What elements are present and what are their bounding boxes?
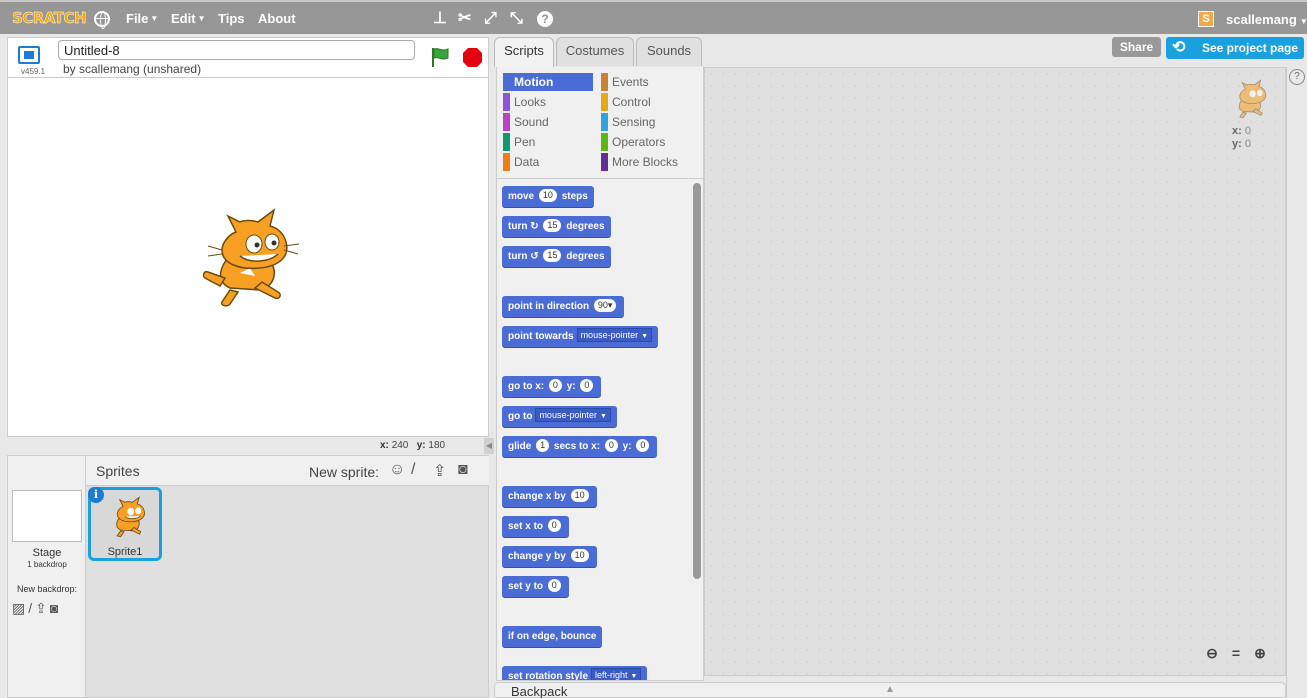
scratch-logo[interactable]: SCRATCH (8, 6, 90, 30)
zoom-in-icon[interactable]: ⊕ (1250, 643, 1270, 663)
category-more-blocks[interactable]: More Blocks (601, 153, 691, 171)
category-data[interactable]: Data (503, 153, 593, 171)
refresh-arrows-icon: ⟲ (1172, 39, 1186, 56)
backdrop-library-icon[interactable]: ▨ (12, 600, 28, 616)
palette-scrollbar[interactable] (693, 183, 701, 579)
camera-sprite-icon[interactable]: ◙ (458, 461, 468, 479)
block-turn-ccw[interactable]: turn ↺ 15 degrees (502, 246, 611, 268)
fullscreen-icon[interactable] (18, 46, 40, 64)
sprite-position-readout: x: 0 y: 0 (1232, 125, 1251, 150)
help-block-icon[interactable]: ? (537, 11, 553, 27)
sprite-library-icon[interactable]: ☺ (389, 461, 405, 479)
zoom-controls: ⊖ = ⊕ (1202, 643, 1276, 663)
block-move[interactable]: move 10 steps (502, 186, 594, 208)
green-flag-icon[interactable] (429, 46, 451, 68)
new-backdrop-label: New backdrop: (16, 584, 78, 594)
menu-tips[interactable]: Tips (218, 11, 245, 26)
stage-thumbnail[interactable] (12, 490, 82, 542)
new-sprite-label: New sprite: (309, 464, 380, 480)
help-question-icon[interactable]: ? (1289, 69, 1305, 85)
menu-about[interactable]: About (258, 11, 296, 26)
sprites-panel: Stage 1 backdrop New backdrop: ▨/⇪◙ Spri… (7, 455, 489, 698)
block-set-rotation-style[interactable]: set rotation style left-right ▼ (502, 666, 648, 680)
category-selector: Motion Events Looks Control Sound Sensing Pen O… (497, 67, 703, 179)
duplicate-stamp-icon[interactable]: ⊥ (433, 9, 447, 29)
cut-scissors-icon[interactable]: ✂ (458, 9, 471, 29)
shrink-icon[interactable]: ⤡ (510, 9, 523, 29)
category-pen[interactable]: Pen (503, 133, 593, 151)
paint-sprite-icon[interactable]: / (411, 461, 415, 479)
stage-canvas[interactable] (7, 77, 489, 437)
top-menu-bar: SCRATCH File ▼ Edit ▼ Tips About ⊥ ✂ ⤢ ⤡ ?… (0, 0, 1307, 34)
block-change-x[interactable]: change x by 10 (502, 486, 597, 508)
tab-sounds[interactable]: Sounds (636, 37, 702, 66)
tab-scripts[interactable]: Scripts (494, 37, 554, 67)
upload-sprite-icon[interactable]: ⇪ (433, 461, 446, 481)
block-set-x[interactable]: set x to 0 (502, 516, 569, 538)
backpack-bar[interactable]: Backpack ▲ (494, 682, 1286, 698)
rotate-ccw-icon: ↺ (530, 251, 539, 262)
stage-column: Stage 1 backdrop New backdrop: ▨/⇪◙ (8, 456, 86, 697)
upload-backdrop-icon[interactable]: ⇪ (35, 600, 50, 616)
grow-icon[interactable]: ⤢ (484, 9, 497, 29)
menu-edit[interactable]: Edit ▼ (171, 11, 205, 26)
project-byline: by scallemang (unshared) (63, 62, 202, 76)
sprite-tile-sprite1[interactable]: i Sprite1 (88, 487, 162, 561)
category-sensing[interactable]: Sensing (601, 113, 691, 131)
menu-file[interactable]: File ▼ (126, 11, 158, 26)
stage-label: Stage (32, 547, 62, 559)
block-point-in-direction[interactable]: point in direction 90▾ (502, 296, 625, 318)
block-if-on-edge-bounce[interactable]: if on edge, bounce (502, 626, 603, 648)
new-backdrop-tools: ▨/⇪◙ (12, 600, 61, 617)
block-turn-cw[interactable]: turn ↻ 15 degrees (502, 216, 611, 238)
see-project-page-button[interactable]: ⟲ See project page (1166, 37, 1304, 59)
user-menu[interactable]: scallemang ▼ (1226, 12, 1307, 27)
user-avatar-icon[interactable]: S (1198, 11, 1214, 27)
sprites-title: Sprites (96, 463, 140, 479)
block-go-to[interactable]: go to mouse-pointer ▼ (502, 406, 617, 428)
blocks-list: move 10 steps turn ↻ 15 degrees turn ↺ 1… (497, 180, 693, 680)
collapse-stage-icon[interactable]: ◀ (484, 438, 494, 454)
rotate-cw-icon: ↻ (530, 221, 539, 232)
scratch-cat-sprite[interactable] (200, 206, 300, 308)
zoom-reset-icon[interactable]: = (1226, 643, 1246, 663)
category-events[interactable]: Events (601, 73, 691, 91)
block-go-to-xy[interactable]: go to x: 0 y: 0 (502, 376, 602, 398)
tab-costumes[interactable]: Costumes (556, 37, 634, 66)
category-motion[interactable]: Motion (503, 73, 593, 91)
block-glide[interactable]: glide 1 secs to x: 0 y: 0 (502, 436, 658, 458)
expand-backpack-icon[interactable]: ▲ (885, 684, 895, 695)
sprite-name: Sprite1 (107, 546, 143, 558)
category-sound[interactable]: Sound (503, 113, 593, 131)
camera-backdrop-icon[interactable]: ◙ (50, 600, 61, 616)
block-change-y[interactable]: change y by 10 (502, 546, 597, 568)
category-operators[interactable]: Operators (601, 133, 691, 151)
stage-header: v459.1 by scallemang (unshared) (7, 37, 489, 77)
block-point-towards[interactable]: point towards mouse-pointer ▼ (502, 326, 659, 348)
scratch-editor: SCRATCH File ▼ Edit ▼ Tips About ⊥ ✂ ⤢ ⤡ ?… (0, 0, 1307, 698)
sprites-header: Sprites New sprite: ☺ / ⇪ ◙ (86, 456, 489, 486)
current-sprite-icon (1238, 79, 1267, 119)
zoom-out-icon[interactable]: ⊖ (1202, 643, 1222, 663)
sprite1-thumbnail (116, 496, 145, 538)
scripts-area[interactable]: x: 0 y: 0 ⊖ = ⊕ (704, 67, 1286, 676)
project-title-input[interactable] (58, 40, 415, 60)
backpack-label: Backpack (511, 684, 568, 698)
language-globe-icon[interactable] (94, 11, 110, 29)
help-sidebar: ? (1286, 67, 1307, 698)
sprite-info-icon[interactable]: i (88, 487, 104, 503)
stop-sign-icon[interactable] (462, 47, 483, 68)
category-control[interactable]: Control (601, 93, 691, 111)
category-looks[interactable]: Looks (503, 93, 593, 111)
block-set-y[interactable]: set y to 0 (502, 576, 569, 598)
backdrop-count: 1 backdrop (27, 560, 67, 569)
block-palette: Motion Events Looks Control Sound Sensing Pen O… (496, 67, 704, 681)
stage-mouse-coords: x: 240 y: 180 (380, 440, 446, 451)
share-button[interactable]: Share (1112, 37, 1161, 57)
version-label: v459.1 (21, 67, 46, 76)
